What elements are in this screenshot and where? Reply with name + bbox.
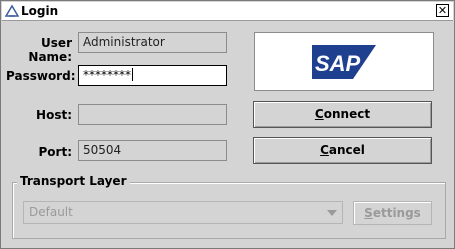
password-field[interactable]: ******** [78,65,227,86]
host-label: Host: [36,108,72,122]
close-icon[interactable]: ✕ [436,4,449,17]
title-bar[interactable]: Login ✕ [2,2,453,21]
settings-button[interactable]: Settings [353,201,432,225]
login-dialog: Login ✕ User Name: Administrator Passwor… [0,0,455,249]
cancel-mnemonic: C [320,143,329,157]
settings-label: ettings [372,206,421,220]
password-label: Password: [6,69,76,83]
sap-logo-panel: SAP [254,32,434,91]
settings-mnemonic: S [364,206,373,220]
connect-mnemonic: C [314,107,324,121]
transport-layer-selected: Default [29,205,73,219]
sap-logo: SAP [312,45,376,79]
chevron-down-icon [327,210,337,216]
connect-label: onnect [323,107,371,121]
username-field: Administrator [78,32,227,53]
sap-logo-text: SAP [315,51,361,76]
app-icon [5,4,19,17]
connect-button[interactable]: Connect [253,101,432,128]
username-label: User Name: [28,36,72,64]
text-caret [132,68,133,81]
transport-layer-title: Transport Layer [17,174,130,188]
window-title: Login [21,4,59,18]
cancel-button[interactable]: Cancel [253,137,432,164]
cancel-label: ancel [328,143,365,157]
port-label: Port: [38,145,73,159]
transport-layer-select[interactable]: Default [23,201,343,224]
host-field [78,104,227,125]
password-value: ******** [83,68,131,82]
port-field: 50504 [78,140,227,161]
